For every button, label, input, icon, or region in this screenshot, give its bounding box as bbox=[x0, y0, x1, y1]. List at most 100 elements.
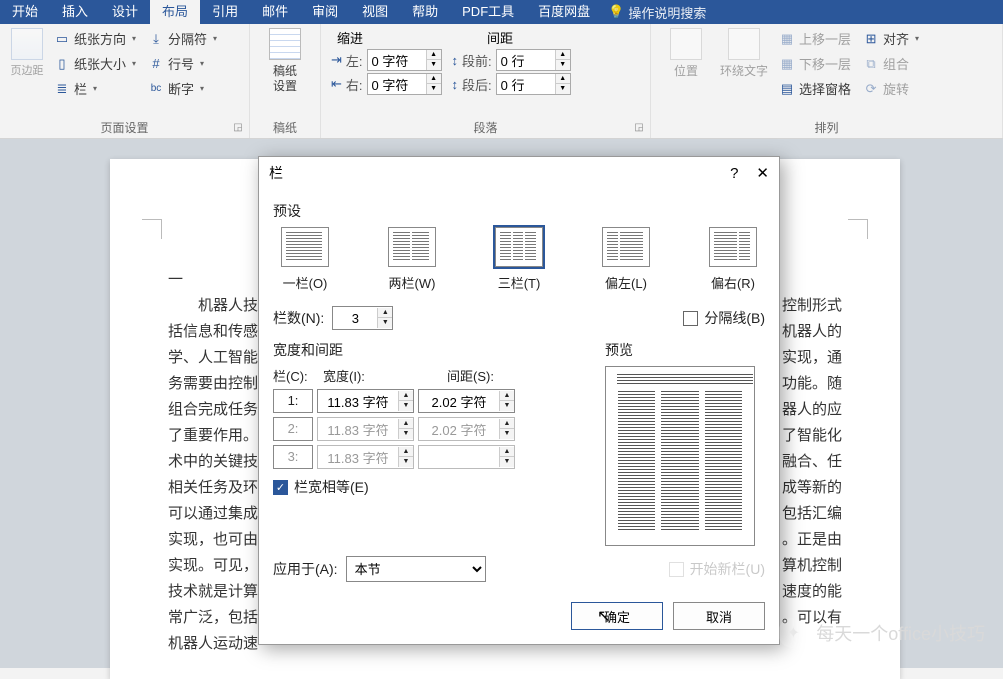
wechat-icon: ✦ bbox=[778, 618, 808, 648]
group-page-setup: 页边距 ▭纸张方向▾ ▯纸张大小▾ ≣栏▾ ⤓分隔符▾ #行号▾ bc断字▾ 页… bbox=[0, 24, 250, 138]
tab-PDF工具[interactable]: PDF工具 bbox=[450, 0, 526, 24]
tab-设计[interactable]: 设计 bbox=[100, 0, 150, 24]
equal-width-checkbox[interactable]: ✓栏宽相等(E) bbox=[273, 477, 589, 497]
col-spacing-input[interactable]: ▲▼ bbox=[418, 389, 515, 413]
group-button[interactable]: ⧉组合 bbox=[861, 53, 921, 74]
col-spacing-field[interactable] bbox=[419, 394, 499, 409]
apply-to-select[interactable]: 本节 bbox=[346, 556, 486, 582]
space-after-input[interactable] bbox=[497, 77, 555, 92]
tab-引用[interactable]: 引用 bbox=[200, 0, 250, 24]
dialog-titlebar[interactable]: 栏 ? ✕ bbox=[259, 157, 779, 189]
dialog-launcher-icon[interactable]: ◲ bbox=[231, 122, 245, 136]
spin-buttons[interactable]: ▲▼ bbox=[426, 74, 441, 94]
tab-审阅[interactable]: 审阅 bbox=[300, 0, 350, 24]
tab-插入[interactable]: 插入 bbox=[50, 0, 100, 24]
group-label: 组合 bbox=[883, 54, 909, 73]
space-before-input[interactable] bbox=[497, 53, 555, 68]
bring-forward-label: 上移一层 bbox=[799, 29, 851, 48]
indent-left-icon: ⇥ bbox=[331, 52, 342, 68]
spin-buttons[interactable]: ▲▼ bbox=[398, 391, 413, 411]
divider-checkbox[interactable]: 分隔线(B) bbox=[683, 308, 765, 328]
align-label: 对齐 bbox=[883, 29, 909, 48]
preset-label: 三栏(T) bbox=[498, 273, 541, 292]
ribbon: 页边距 ▭纸张方向▾ ▯纸张大小▾ ≣栏▾ ⤓分隔符▾ #行号▾ bc断字▾ 页… bbox=[0, 24, 1003, 139]
indent-right-input[interactable] bbox=[368, 77, 426, 92]
chevron-down-icon: ▾ bbox=[93, 84, 97, 93]
indent-left-input[interactable] bbox=[368, 53, 426, 68]
line-numbers-button[interactable]: #行号▾ bbox=[146, 53, 219, 74]
preview-col bbox=[618, 391, 655, 531]
send-backward-button[interactable]: ▦下移一层 bbox=[777, 53, 853, 74]
preset-three[interactable]: 三栏(T) bbox=[495, 227, 543, 292]
margins-icon bbox=[11, 28, 43, 60]
help-button[interactable]: ? bbox=[730, 165, 738, 182]
rotate-button[interactable]: ⟳旋转 bbox=[861, 78, 921, 99]
preset-label: 偏左(L) bbox=[605, 273, 647, 292]
position-button[interactable]: 位置 bbox=[661, 28, 711, 99]
selection-pane-icon: ▤ bbox=[779, 81, 795, 97]
preset-right[interactable]: 偏右(R) bbox=[709, 227, 757, 292]
spin-buttons[interactable]: ▲▼ bbox=[426, 50, 441, 70]
send-backward-label: 下移一层 bbox=[799, 54, 851, 73]
breaks-label: 分隔符 bbox=[168, 29, 207, 48]
selection-pane-button[interactable]: ▤选择窗格 bbox=[777, 78, 853, 99]
tab-帮助[interactable]: 帮助 bbox=[400, 0, 450, 24]
tell-me[interactable]: 💡操作说明搜索 bbox=[608, 3, 706, 22]
columns-button[interactable]: ≣栏▾ bbox=[52, 78, 138, 99]
space-before-icon: ↕ bbox=[452, 53, 459, 68]
group-arrange-title: 排列 bbox=[661, 119, 992, 136]
spin-buttons[interactable]: ▲▼ bbox=[377, 308, 392, 328]
hyphenation-button[interactable]: bc断字▾ bbox=[146, 78, 219, 99]
spin-buttons[interactable]: ▲▼ bbox=[555, 50, 570, 70]
wrap-button[interactable]: 环绕文字 bbox=[719, 28, 769, 99]
presets: 一栏(O) 两栏(W) 三栏(T) 偏左(L) 偏右(R) bbox=[273, 227, 765, 300]
line-numbers-label: 行号 bbox=[168, 54, 194, 73]
hyphenation-icon: bc bbox=[148, 81, 164, 97]
spin-buttons[interactable]: ▲▼ bbox=[499, 391, 514, 411]
col-spacing-field bbox=[419, 450, 499, 465]
spin-buttons[interactable]: ▲▼ bbox=[555, 74, 570, 94]
breaks-button[interactable]: ⤓分隔符▾ bbox=[146, 28, 219, 49]
group-paragraph-title: 段落◲ bbox=[331, 119, 640, 136]
checkbox-icon bbox=[683, 311, 698, 326]
orientation-button[interactable]: ▭纸张方向▾ bbox=[52, 28, 138, 49]
position-icon bbox=[670, 28, 702, 60]
tab-开始[interactable]: 开始 bbox=[0, 0, 50, 24]
size-button[interactable]: ▯纸张大小▾ bbox=[52, 53, 138, 74]
chevron-down-icon: ▾ bbox=[213, 34, 217, 43]
col-spacing-field bbox=[419, 422, 499, 437]
space-before: ↕段前:▲▼ bbox=[452, 49, 571, 71]
num-cols-input[interactable]: ▲▼ bbox=[332, 306, 393, 330]
tab-布局[interactable]: 布局 bbox=[150, 0, 200, 24]
margins-label: 页边距 bbox=[11, 62, 44, 78]
ok-button[interactable]: 确定 bbox=[571, 602, 663, 630]
preview-label: 预览 bbox=[605, 340, 765, 360]
preset-one[interactable]: 一栏(O) bbox=[281, 227, 329, 292]
manuscript-button[interactable]: 稿纸 设置 bbox=[260, 28, 310, 94]
dialog-launcher-icon[interactable]: ◲ bbox=[632, 122, 646, 136]
bring-forward-button[interactable]: ▦上移一层 bbox=[777, 28, 853, 49]
crop-mark bbox=[142, 219, 162, 239]
indent-title: 缩进 bbox=[337, 28, 363, 47]
tab-视图[interactable]: 视图 bbox=[350, 0, 400, 24]
dialog-buttons: 确定 取消 bbox=[259, 594, 779, 644]
preset-thumb bbox=[281, 227, 329, 267]
col-spacing-input: ▲▼ bbox=[418, 445, 515, 469]
col-width-input[interactable]: ▲▼ bbox=[317, 389, 414, 413]
margins-button[interactable]: 页边距 bbox=[10, 28, 44, 99]
preset-left[interactable]: 偏左(L) bbox=[602, 227, 650, 292]
preset-two[interactable]: 两栏(W) bbox=[388, 227, 436, 292]
rotate-label: 旋转 bbox=[883, 79, 909, 98]
col-width-field[interactable] bbox=[318, 394, 398, 409]
align-button[interactable]: ⊞对齐▾ bbox=[861, 28, 921, 49]
tab-百度网盘[interactable]: 百度网盘 bbox=[526, 0, 602, 24]
col-width-field bbox=[318, 422, 398, 437]
columns-dialog: 栏 ? ✕ 预设 一栏(O)两栏(W)三栏(T)偏左(L)偏右(R) 栏数(N)… bbox=[258, 156, 780, 645]
tab-邮件[interactable]: 邮件 bbox=[250, 0, 300, 24]
space-after: ↕段后:▲▼ bbox=[452, 73, 571, 95]
num-cols-field[interactable] bbox=[333, 311, 377, 326]
cancel-button[interactable]: 取消 bbox=[673, 602, 765, 630]
group-page-setup-title: 页面设置◲ bbox=[10, 119, 239, 136]
col-index: 2: bbox=[273, 417, 313, 441]
close-button[interactable]: ✕ bbox=[756, 164, 769, 182]
